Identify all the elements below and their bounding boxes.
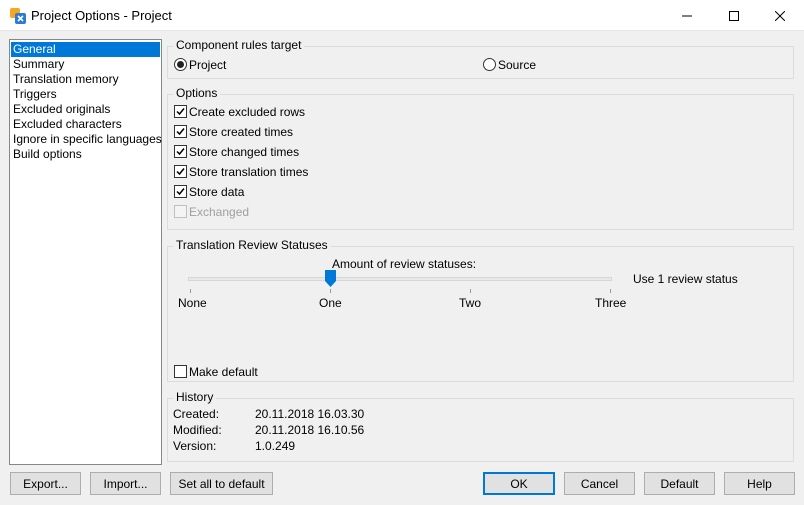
nav-item-summary[interactable]: Summary <box>11 57 160 72</box>
minimize-icon <box>682 15 692 16</box>
history-version-label: Version: <box>173 439 217 453</box>
maximize-icon <box>729 10 739 21</box>
cancel-button[interactable]: Cancel <box>564 472 635 495</box>
close-button[interactable] <box>757 0 803 31</box>
history-title: History <box>173 391 217 404</box>
slider-tick <box>190 289 191 293</box>
history-modified-value: 20.11.2018 16.10.56 <box>255 423 365 437</box>
nav-item-excluded-originals[interactable]: Excluded originals <box>11 102 160 117</box>
slider-label: Amount of review statuses: <box>332 257 477 271</box>
review-statuses-title: Translation Review Statuses <box>173 239 331 252</box>
make-default-label[interactable]: Make default <box>189 365 258 379</box>
import-button[interactable]: Import... <box>90 472 161 495</box>
exchanged-label: Exchanged <box>189 205 250 219</box>
store-translation-times-label[interactable]: Store translation times <box>189 165 308 179</box>
checkbox-store-translation-times[interactable] <box>174 165 187 178</box>
window-title: Project Options - Project <box>31 8 172 23</box>
history-created-value: 20.11.2018 16.03.30 <box>255 407 365 421</box>
tick-label-one: One <box>319 296 342 310</box>
nav-item-excluded-characters[interactable]: Excluded characters <box>11 117 160 132</box>
slider-tick <box>470 289 471 293</box>
review-statuses-group <box>167 246 794 382</box>
nav-item-build-options[interactable]: Build options <box>11 147 160 162</box>
minimize-button[interactable] <box>664 0 710 31</box>
component-rules-title: Component rules target <box>173 39 305 52</box>
check-icon <box>176 108 185 116</box>
checkbox-store-data[interactable] <box>174 185 187 198</box>
history-version-value: 1.0.249 <box>255 439 296 453</box>
checkbox-exchanged[interactable] <box>174 205 187 218</box>
ok-button[interactable]: OK <box>483 472 555 495</box>
options-category-list[interactable]: General Summary Translation memory Trigg… <box>9 39 162 465</box>
app-icon <box>9 7 27 25</box>
nav-item-triggers[interactable]: Triggers <box>11 87 160 102</box>
set-all-to-default-button[interactable]: Set all to default <box>170 472 273 495</box>
check-icon <box>176 128 185 136</box>
slider-tick <box>330 289 331 293</box>
close-icon <box>775 10 785 21</box>
help-button[interactable]: Help <box>724 472 795 495</box>
maximize-button[interactable] <box>711 0 757 31</box>
export-button[interactable]: Export... <box>10 472 81 495</box>
review-slider-thumb[interactable] <box>325 270 336 287</box>
checkbox-create-excluded-rows[interactable] <box>174 105 187 118</box>
check-icon <box>176 168 185 176</box>
tick-label-none: None <box>178 296 207 310</box>
check-icon <box>176 148 185 156</box>
store-created-times-label[interactable]: Store created times <box>189 125 293 139</box>
nav-item-ignore-languages[interactable]: Ignore in specific languages <box>11 132 162 147</box>
radio-project[interactable] <box>174 58 187 71</box>
store-data-label[interactable]: Store data <box>189 185 244 199</box>
tick-label-three: Three <box>595 296 627 310</box>
radio-source-label[interactable]: Source <box>498 58 536 72</box>
nav-item-translation-memory[interactable]: Translation memory <box>11 72 160 87</box>
nav-item-general[interactable]: General <box>11 42 160 57</box>
options-title: Options <box>173 87 221 100</box>
store-changed-times-label[interactable]: Store changed times <box>189 145 299 159</box>
checkbox-make-default[interactable] <box>174 365 187 378</box>
history-modified-label: Modified: <box>173 423 222 437</box>
title-bar: Project Options - Project <box>0 0 804 31</box>
tick-label-two: Two <box>459 296 482 310</box>
review-slider-track[interactable] <box>188 277 612 281</box>
default-button[interactable]: Default <box>644 472 715 495</box>
radio-project-label[interactable]: Project <box>189 58 226 72</box>
checkbox-store-created-times[interactable] <box>174 125 187 138</box>
slider-tick <box>610 289 611 293</box>
history-created-label: Created: <box>173 407 220 421</box>
radio-source[interactable] <box>483 58 496 71</box>
check-icon <box>176 188 185 196</box>
review-status-value: Use 1 review status <box>633 272 738 286</box>
checkbox-store-changed-times[interactable] <box>174 145 187 158</box>
create-excluded-rows-label[interactable]: Create excluded rows <box>189 105 305 119</box>
